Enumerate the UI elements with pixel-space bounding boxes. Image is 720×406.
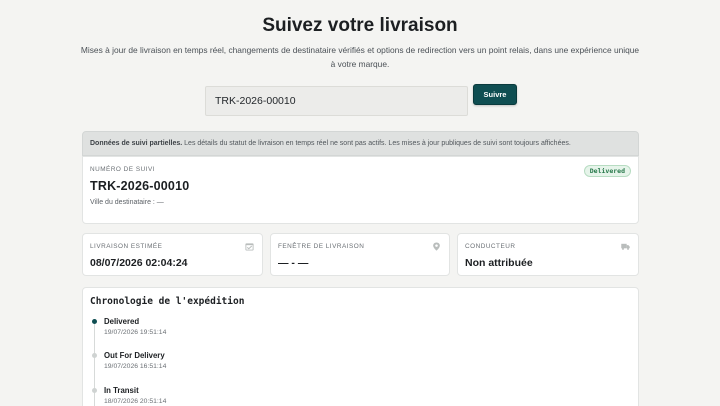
status-badge: Delivered: [583, 165, 631, 177]
delivery-window-card: FENÊTRE DE LIVRAISON — - —: [270, 233, 450, 276]
driver-card: CONDUCTEUR Non attribuée: [457, 233, 639, 276]
estimated-delivery-label: LIVRAISON ESTIMÉE: [90, 243, 163, 250]
shipment-timeline-card: Chronologie de l'expédition Delivered 19…: [82, 287, 639, 406]
timeline-event-time: 19/07/2026 19:51:14: [104, 329, 167, 336]
timeline-dot: [92, 388, 97, 393]
timeline-event-status: In Transit: [104, 386, 139, 395]
timeline-title: Chronologie de l'expédition: [90, 296, 245, 307]
tracking-number: TRK-2026-00010: [90, 179, 190, 193]
driver-value: Non attribuée: [465, 257, 533, 269]
timeline-dot-active: [92, 319, 97, 324]
delivery-window-label: FENÊTRE DE LIVRAISON: [278, 243, 365, 250]
page-title: Suivez votre livraison: [262, 15, 458, 36]
timeline-event-time: 18/07/2026 20:51:14: [104, 398, 167, 405]
partial-data-notice: Données de suivi partielles. Les détails…: [82, 131, 639, 156]
timeline-line: [94, 324, 95, 406]
timeline-event-status: Out For Delivery: [104, 351, 165, 360]
timeline-dot: [92, 353, 97, 358]
driver-label: CONDUCTEUR: [465, 243, 516, 250]
location-pin-icon: [433, 242, 440, 251]
truck-icon: [621, 243, 630, 250]
delivery-window-value: — - —: [278, 257, 309, 269]
destination-city: Ville du destinataire : —: [90, 199, 164, 206]
track-button[interactable]: Suivre: [473, 84, 517, 105]
calendar-icon: [245, 243, 254, 251]
timeline-event-status: Delivered: [104, 317, 140, 326]
estimated-delivery-card: LIVRAISON ESTIMÉE 08/07/2026 02:04:24: [82, 233, 263, 276]
notice-title: Données de suivi partielles.: [90, 140, 183, 147]
tracking-card: NUMÉRO DE SUIVI TRK-2026-00010 Ville du …: [82, 156, 639, 224]
page-subtitle: Mises à jour de livraison en temps réel,…: [80, 45, 640, 69]
timeline-event-time: 19/07/2026 16:51:14: [104, 363, 167, 370]
tracking-search-input[interactable]: [205, 86, 468, 116]
notice-text: Les détails du statut de livraison en te…: [184, 140, 571, 147]
estimated-delivery-value: 08/07/2026 02:04:24: [90, 257, 188, 269]
tracking-number-label: NUMÉRO DE SUIVI: [90, 166, 156, 173]
